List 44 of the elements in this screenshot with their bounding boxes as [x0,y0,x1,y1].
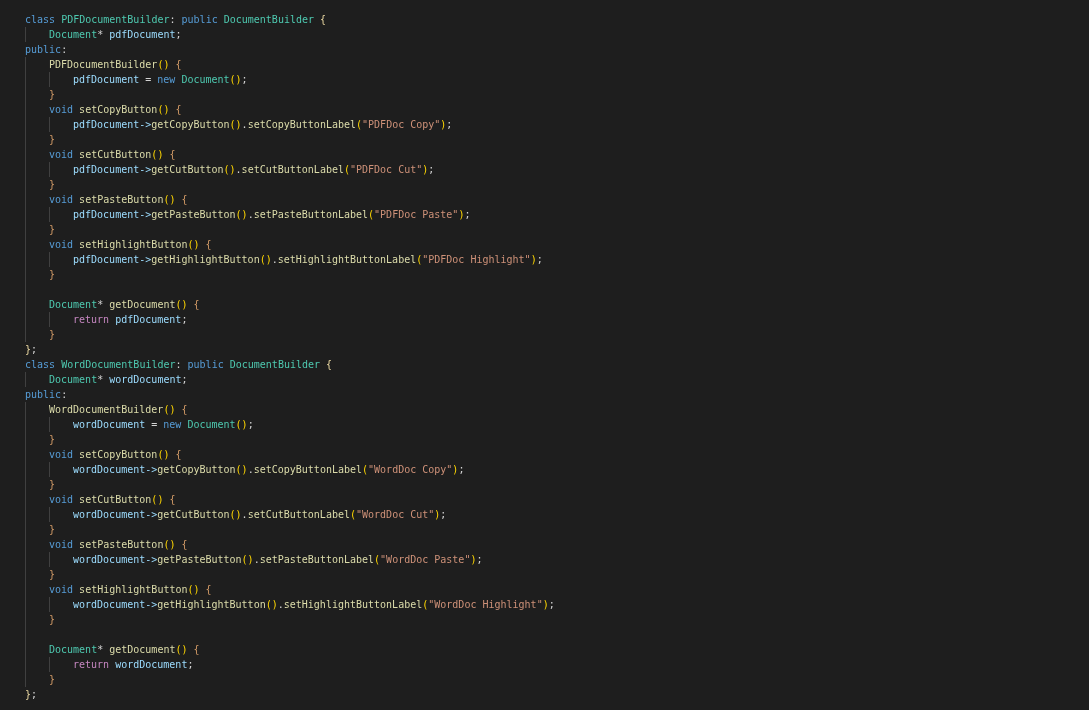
code-line: WordDocumentBuilder() { [49,403,188,417]
code-line: wordDocument->getHighlightButton().setHighlightButtonLabel("WordDoc Highlight"); [73,598,555,612]
code-line: Document* getDocument() { [49,298,200,312]
code-line: Document* pdfDocument; [49,28,182,42]
code-line: void setCopyButton() { [49,103,182,117]
code-line: pdfDocument->getCopyButton().setCopyButtonLabel("PDFDoc Copy"); [73,118,453,132]
code-line: return pdfDocument; [73,313,188,327]
code-line: } [49,433,56,447]
code-line: void setCutButton() { [49,493,176,507]
code-line: } [49,523,56,537]
code-line: wordDocument->getPasteButton().setPasteButtonLabel("WordDoc Paste"); [73,553,483,567]
code-line: void setCutButton() { [49,148,176,162]
code-line: void setHighlightButton() { [49,583,212,597]
code-line: } [49,568,56,582]
code-line: public: [25,43,68,57]
code-line: } [49,613,56,627]
code-line: wordDocument->getCopyButton().setCopyButtonLabel("WordDoc Copy"); [73,463,465,477]
code-line: void setPasteButton() { [49,193,188,207]
code-line: Document* wordDocument; [49,373,188,387]
code-line: void setCopyButton() { [49,448,182,462]
code-line: } [49,133,56,147]
code-line: Document* getDocument() { [49,643,200,657]
code-line: return wordDocument; [73,658,194,672]
code-line: } [49,268,56,282]
code-line: pdfDocument->getPasteButton().setPasteButtonLabel("PDFDoc Paste"); [73,208,471,222]
code-line: class WordDocumentBuilder: public DocumentBuilder { [25,358,333,372]
code-line: class PDFDocumentBuilder: public DocumentBuilder { [25,13,327,27]
code-line: }; [25,688,38,702]
code-line: } [49,178,56,192]
code-line: pdfDocument->getCutButton().setCutButtonLabel("PDFDoc Cut"); [73,163,435,177]
code-line: pdfDocument = new Document(); [73,73,248,87]
code-line: public: [25,388,68,402]
code-line: } [49,223,56,237]
code-line: wordDocument->getCutButton().setCutButtonLabel("WordDoc Cut"); [73,508,447,522]
code-line: } [49,88,56,102]
code-line: pdfDocument->getHighlightButton().setHighlightButtonLabel("PDFDoc Highlight"); [73,253,543,267]
code-line: void setPasteButton() { [49,538,188,552]
code-line: wordDocument = new Document(); [73,418,254,432]
code-line: }; [25,343,38,357]
code-line: } [49,328,56,342]
code-line: PDFDocumentBuilder() { [49,58,182,72]
code-line: } [49,478,56,492]
code-line: } [49,673,56,687]
code-line: void setHighlightButton() { [49,238,212,252]
